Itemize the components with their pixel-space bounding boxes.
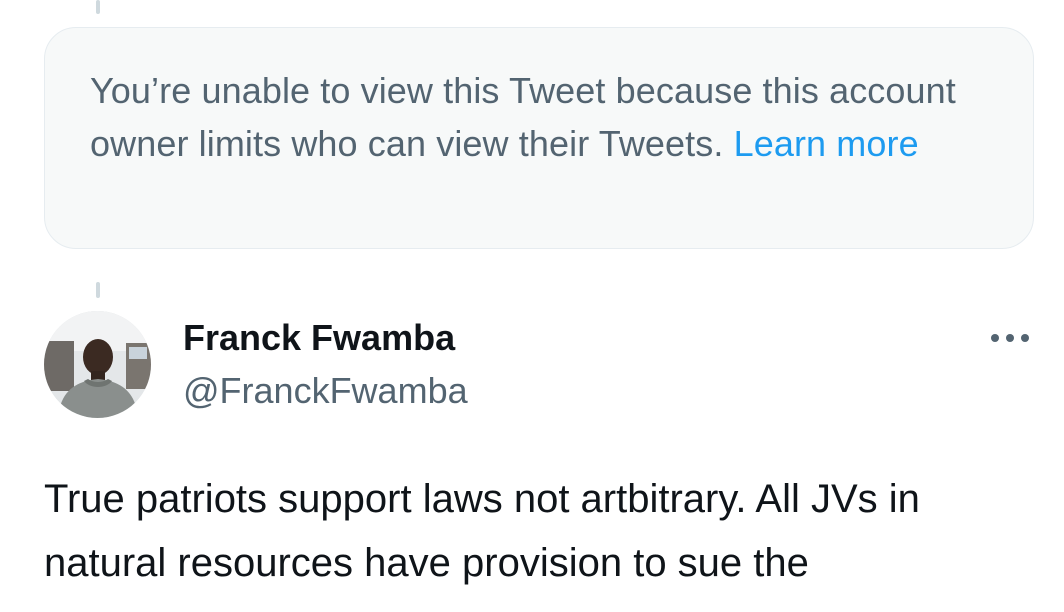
- learn-more-link[interactable]: Learn more: [734, 117, 919, 170]
- more-horizontal-icon: [991, 334, 1029, 342]
- avatar-photo-icon: [44, 311, 151, 418]
- author-display-name[interactable]: Franck Fwamba: [183, 316, 455, 360]
- restricted-tweet-notice: You’re unable to view this Tweet because…: [44, 27, 1034, 249]
- more-options-button[interactable]: [980, 318, 1040, 358]
- restricted-tweet-message: You’re unable to view this Tweet because…: [90, 64, 990, 170]
- author-handle[interactable]: @FranckFwamba: [183, 369, 468, 413]
- tweet-text: True patriots support laws not artbitrar…: [44, 477, 920, 585]
- thread-connector: [96, 282, 100, 298]
- thread-connector-top: [96, 0, 100, 14]
- avatar[interactable]: [44, 311, 151, 418]
